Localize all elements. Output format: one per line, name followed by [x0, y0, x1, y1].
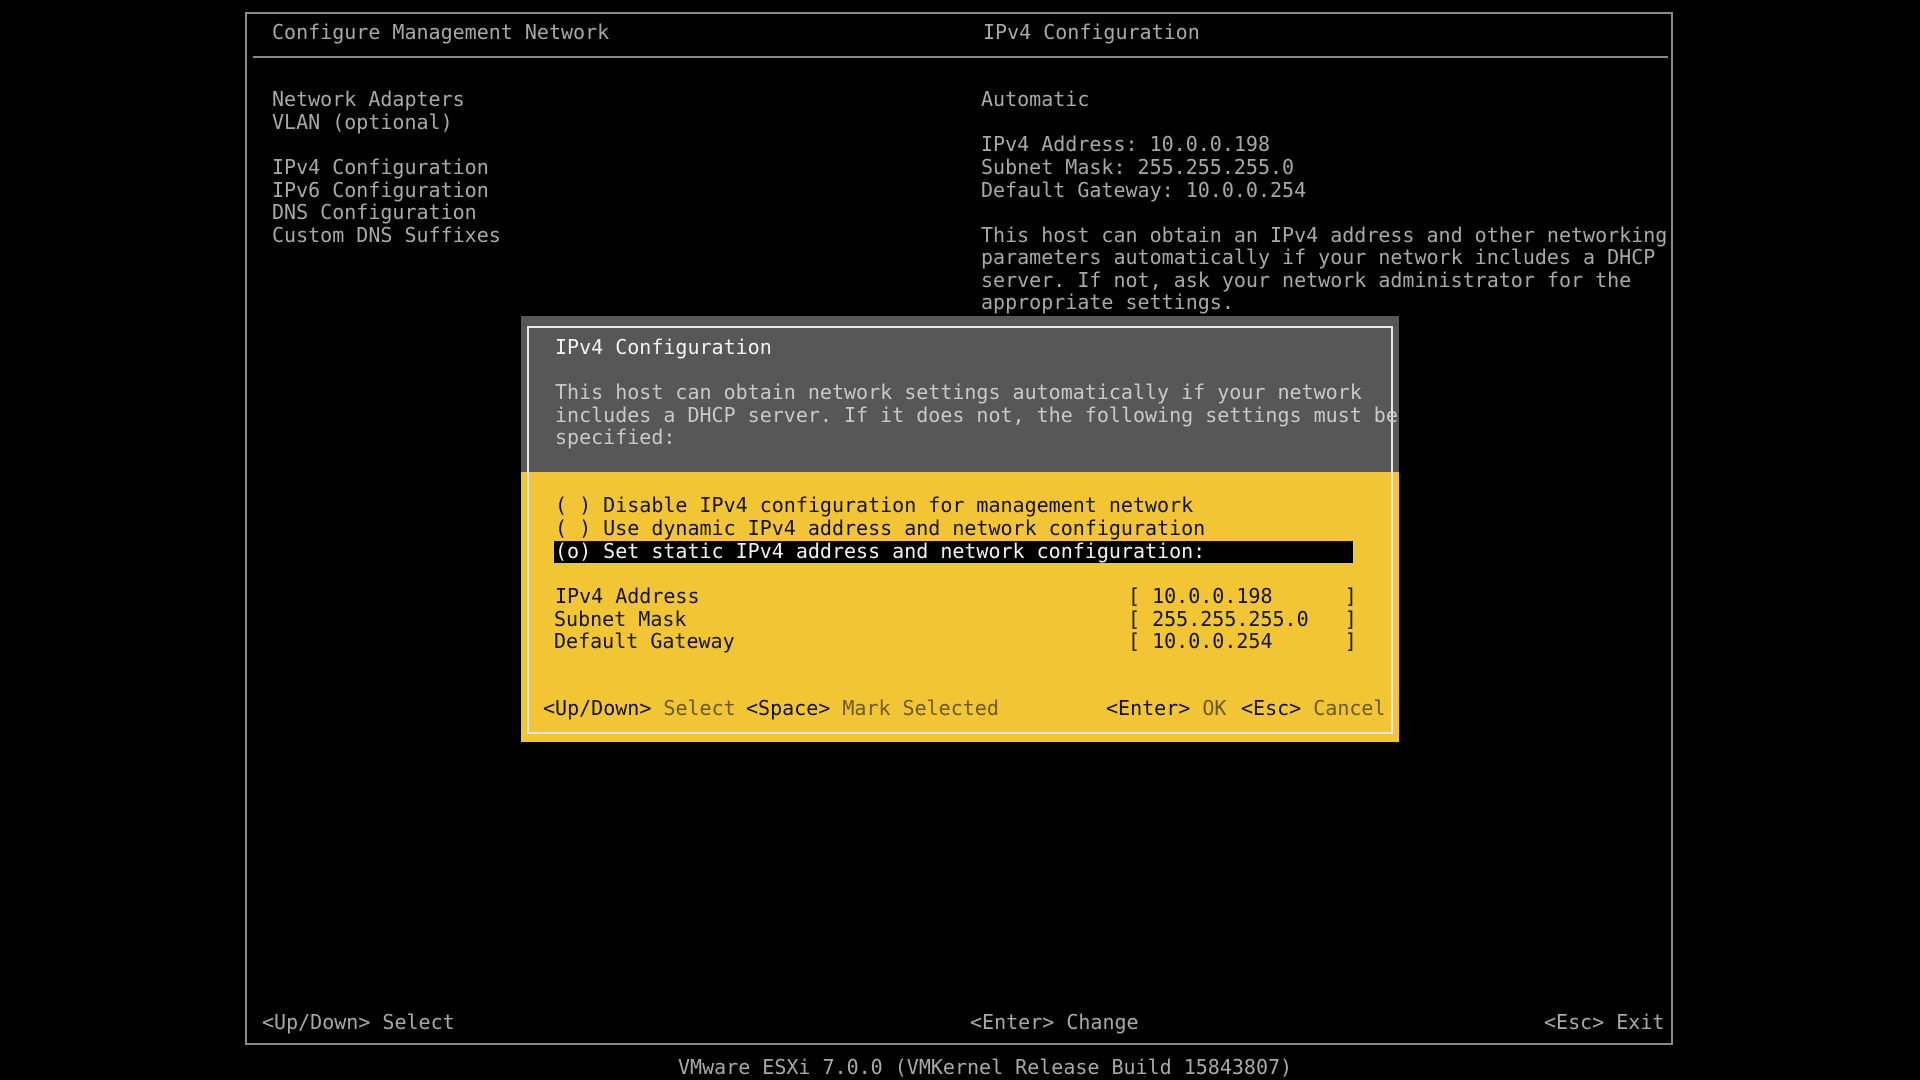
info-description-line: server. If not, ask your network adminis… [981, 268, 1632, 292]
ipv4-address-field[interactable]: [ 10.0.0.198 ] [1128, 585, 1357, 608]
footer-exit-hint[interactable]: <Esc> Exit [1544, 1011, 1664, 1034]
dialog-description-line: includes a DHCP server. If it does not, … [555, 403, 1398, 427]
key-enter: <Enter> [1106, 696, 1191, 720]
section-title: IPv4 Configuration [983, 20, 1200, 44]
menu-item-ipv6-configuration[interactable]: IPv6 Configuration [272, 179, 489, 202]
version-string: VMware ESXi 7.0.0 (VMKernel Release Buil… [678, 1055, 1293, 1079]
dialog-description-line: specified: [555, 425, 676, 449]
page-title: Configure Management Network [272, 20, 610, 44]
subnet-mask-label: Subnet Mask [554, 607, 687, 631]
menu-item-custom-dns-suffixes[interactable]: Custom DNS Suffixes [272, 224, 501, 247]
key-space: <Space> [746, 696, 831, 720]
footer-select-hint[interactable]: <Up/Down> Select [262, 1011, 455, 1034]
menu-item-ipv4-configuration[interactable]: IPv4 Configuration [272, 156, 489, 179]
subnet-mask-field[interactable]: [ 255.255.255.0 ] [1128, 608, 1357, 631]
dialog-description-line: This host can obtain network settings au… [555, 380, 1362, 404]
info-ipv4-address: IPv4 Address: 10.0.0.198 [981, 132, 1270, 156]
header-divider [253, 56, 1668, 58]
menu-item-vlan[interactable]: VLAN (optional) [272, 111, 453, 134]
key-enter-action: OK [1202, 696, 1227, 720]
info-description-line: parameters automatically if your network… [981, 245, 1656, 269]
info-description-line: appropriate settings. [981, 290, 1234, 314]
menu-item-network-adapters[interactable]: Network Adapters [272, 88, 465, 111]
ok-button[interactable]: <Enter> OK [1106, 697, 1226, 720]
option-static-ipv4[interactable]: (o) Set static IPv4 address and network … [555, 540, 1205, 563]
option-disable-ipv4[interactable]: ( ) Disable IPv4 configuration for manag… [555, 494, 1193, 517]
menu-item-dns-configuration[interactable]: DNS Configuration [272, 201, 477, 224]
ipv4-mode: Automatic [981, 87, 1090, 111]
key-space-action: Mark Selected [842, 696, 999, 720]
info-default-gateway: Default Gateway: 10.0.0.254 [981, 178, 1307, 202]
key-esc: <Esc> [1241, 696, 1302, 720]
info-subnet-mask: Subnet Mask: 255.255.255.0 [981, 155, 1295, 179]
key-esc-action: Cancel [1313, 696, 1386, 720]
dialog-footer-select[interactable]: <Up/Down> Select [543, 697, 736, 720]
key-updown-action: Select [663, 696, 736, 720]
option-dynamic-ipv4[interactable]: ( ) Use dynamic IPv4 address and network… [555, 517, 1205, 540]
footer-change-hint[interactable]: <Enter> Change [970, 1011, 1139, 1034]
ipv4-address-label: IPv4 Address [555, 584, 700, 608]
cancel-button[interactable]: <Esc> Cancel [1241, 697, 1386, 720]
info-description-line: This host can obtain an IPv4 address and… [981, 223, 1668, 247]
dialog-title: IPv4 Configuration [555, 335, 772, 359]
dialog-footer-mark[interactable]: <Space> Mark Selected [746, 697, 999, 720]
default-gateway-label: Default Gateway [554, 629, 735, 653]
default-gateway-field[interactable]: [ 10.0.0.254 ] [1128, 630, 1357, 653]
key-updown: <Up/Down> [543, 696, 652, 720]
